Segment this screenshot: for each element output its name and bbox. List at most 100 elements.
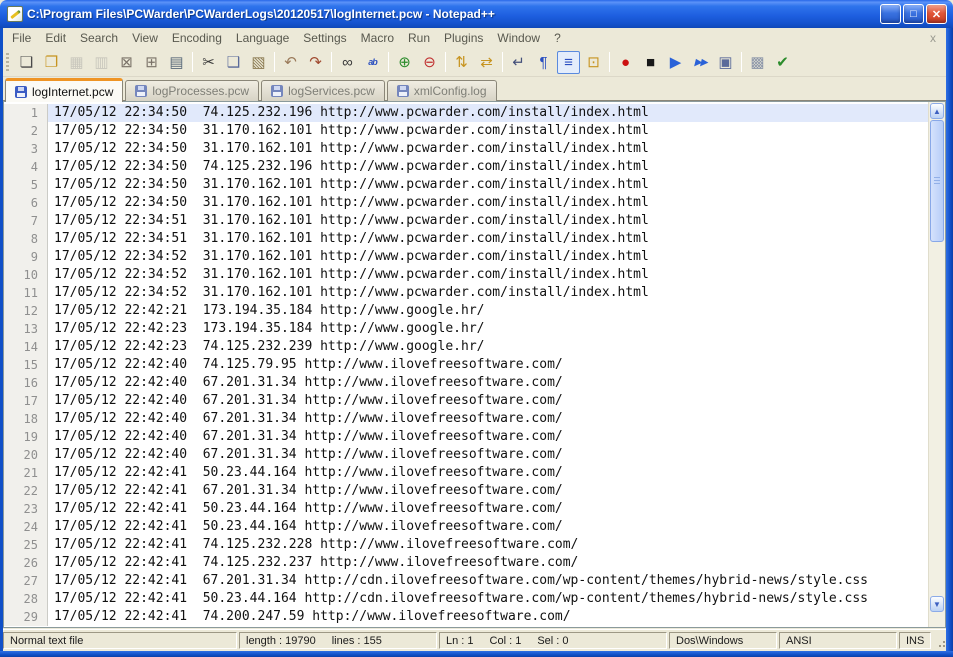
line-text[interactable]: 17/05/12 22:34:52 31.170.162.101 http://… — [48, 248, 928, 266]
macro-stop-button[interactable]: ■ — [639, 51, 662, 74]
menu-run[interactable]: Run — [401, 29, 437, 47]
indent-guide-button[interactable]: ≡ — [557, 50, 580, 74]
line-text[interactable]: 17/05/12 22:42:41 74.125.232.228 http://… — [48, 536, 928, 554]
line-text[interactable]: 17/05/12 22:34:51 31.170.162.101 http://… — [48, 230, 928, 248]
save-button[interactable]: ▦ — [65, 51, 88, 74]
tab-loginternet-pcw[interactable]: logInternet.pcw — [5, 78, 124, 102]
toolbar-grip[interactable] — [6, 53, 9, 71]
text-editor[interactable]: 1 17/05/12 22:34:50 74.125.232.196 http:… — [3, 101, 946, 628]
line-text[interactable]: 17/05/12 22:42:41 67.201.31.34 http://cd… — [48, 572, 928, 590]
line-text[interactable]: 17/05/12 22:42:41 67.201.31.34 http://ww… — [48, 482, 928, 500]
tab-xmlconfig-log[interactable]: xmlConfig.log — [386, 80, 497, 101]
line-text[interactable]: 17/05/12 22:42:40 67.201.31.34 http://ww… — [48, 374, 928, 392]
show-all-chars-button[interactable]: ¶ — [532, 51, 555, 74]
log-line: 9 17/05/12 22:34:52 31.170.162.101 http:… — [4, 248, 928, 266]
log-line: 11 17/05/12 22:34:52 31.170.162.101 http… — [4, 284, 928, 302]
line-text[interactable]: 17/05/12 22:42:41 50.23.44.164 http://ww… — [48, 500, 928, 518]
user-define-dialog-button[interactable]: ⊡ — [582, 51, 605, 74]
scroll-down-button[interactable]: ▼ — [930, 596, 944, 612]
menu-plugins[interactable]: Plugins — [437, 29, 490, 47]
log-line: 10 17/05/12 22:34:52 31.170.162.101 http… — [4, 266, 928, 284]
line-text[interactable]: 17/05/12 22:42:21 173.194.35.184 http://… — [48, 302, 928, 320]
new-file-button[interactable]: ❏ — [15, 51, 38, 74]
line-text[interactable]: 17/05/12 22:42:40 67.201.31.34 http://ww… — [48, 410, 928, 428]
line-text[interactable]: 17/05/12 22:42:40 67.201.31.34 http://ww… — [48, 446, 928, 464]
zoom-out-button[interactable]: ⊖ — [418, 51, 441, 74]
status-insert-mode: INS — [899, 632, 931, 649]
menu-settings[interactable]: Settings — [296, 29, 353, 47]
menu-macro[interactable]: Macro — [354, 29, 401, 47]
menu-file[interactable]: File — [5, 29, 38, 47]
macro-record-button[interactable]: ● — [614, 51, 637, 74]
macro-play-button[interactable]: ▶ — [664, 51, 687, 74]
line-text[interactable]: 17/05/12 22:42:41 74.200.247.59 http://w… — [48, 608, 928, 626]
menu-language[interactable]: Language — [229, 29, 296, 47]
line-text[interactable]: 17/05/12 22:34:50 31.170.162.101 http://… — [48, 176, 928, 194]
spell-check-button[interactable]: ✔ — [771, 51, 794, 74]
close-all-button[interactable]: ⊞ — [140, 51, 163, 74]
line-text[interactable]: 17/05/12 22:34:52 31.170.162.101 http://… — [48, 284, 928, 302]
line-text[interactable]: 17/05/12 22:42:40 67.201.31.34 http://ww… — [48, 428, 928, 446]
status-bar: Normal text file length : 19790 lines : … — [0, 629, 953, 651]
menu-help[interactable]: ? — [547, 29, 568, 47]
macro-run-multiple-button[interactable]: ▶▶ — [689, 51, 712, 74]
line-number: 1 — [4, 104, 48, 122]
log-line: 23 17/05/12 22:42:41 50.23.44.164 http:/… — [4, 500, 928, 518]
line-text[interactable]: 17/05/12 22:34:50 74.125.232.196 http://… — [48, 104, 928, 122]
tab-logprocesses-pcw[interactable]: logProcesses.pcw — [125, 80, 260, 101]
sync-vertical-scroll-button[interactable]: ⇅ — [450, 51, 473, 74]
save-all-button[interactable]: ▥ — [90, 51, 113, 74]
plugin-doc-button[interactable]: ▩ — [746, 51, 769, 74]
tab-logservices-pcw[interactable]: logServices.pcw — [261, 80, 385, 101]
line-text[interactable]: 17/05/12 22:34:50 31.170.162.101 http://… — [48, 122, 928, 140]
line-text[interactable]: 17/05/12 22:42:40 67.201.31.34 http://ww… — [48, 392, 928, 410]
undo-button[interactable]: ↶ — [279, 51, 302, 74]
line-text[interactable]: 17/05/12 22:34:50 31.170.162.101 http://… — [48, 140, 928, 158]
vertical-scrollbar[interactable]: ▲ ▼ — [928, 102, 945, 627]
line-text[interactable]: 17/05/12 22:42:41 50.23.44.164 http://ww… — [48, 464, 928, 482]
pilcrow-icon: ¶ — [539, 53, 548, 71]
line-text[interactable]: 17/05/12 22:42:40 74.125.79.95 http://ww… — [48, 356, 928, 374]
open-file-button[interactable]: ❐ — [40, 51, 63, 74]
menu-window[interactable]: Window — [490, 29, 547, 47]
zoom-in-button[interactable]: ⊕ — [393, 51, 416, 74]
record-dot-icon: ● — [620, 53, 631, 71]
log-line: 8 17/05/12 22:34:51 31.170.162.101 http:… — [4, 230, 928, 248]
line-text[interactable]: 17/05/12 22:42:23 74.125.232.239 http://… — [48, 338, 928, 356]
line-text[interactable]: 17/05/12 22:42:41 50.23.44.164 http://ww… — [48, 518, 928, 536]
print-button[interactable]: ▤ — [165, 51, 188, 74]
line-text[interactable]: 17/05/12 22:42:41 50.23.44.164 http://cd… — [48, 590, 928, 608]
line-text[interactable]: 17/05/12 22:34:51 31.170.162.101 http://… — [48, 212, 928, 230]
replace-icon: ab — [368, 56, 377, 67]
line-text[interactable]: 17/05/12 22:42:23 173.194.35.184 http://… — [48, 320, 928, 338]
redo-button[interactable]: ↷ — [304, 51, 327, 74]
word-wrap-button[interactable]: ↵ — [507, 51, 530, 74]
abc-check-icon: ✔ — [776, 53, 789, 71]
log-line: 14 17/05/12 22:42:23 74.125.232.239 http… — [4, 338, 928, 356]
line-text[interactable]: 17/05/12 22:34:50 74.125.232.196 http://… — [48, 158, 928, 176]
replace-button[interactable]: ab — [361, 51, 384, 74]
scroll-up-button[interactable]: ▲ — [930, 103, 944, 119]
macro-save-button[interactable]: ▣ — [714, 51, 737, 74]
close-window-button[interactable]: ✕ — [926, 4, 947, 24]
close-document-x-icon[interactable]: x — [930, 31, 936, 45]
sync-horizontal-scroll-button[interactable]: ⇄ — [475, 51, 498, 74]
close-doc-button[interactable]: ⊠ — [115, 51, 138, 74]
menu-encoding[interactable]: Encoding — [165, 29, 229, 47]
find-button[interactable]: ∞ — [336, 51, 359, 74]
line-text[interactable]: 17/05/12 22:42:41 74.125.232.237 http://… — [48, 554, 928, 572]
line-text[interactable]: 17/05/12 22:34:50 31.170.162.101 http://… — [48, 194, 928, 212]
maximize-button[interactable]: □ — [903, 4, 924, 24]
copy-button[interactable]: ❑ — [222, 51, 245, 74]
line-text[interactable]: 17/05/12 22:34:52 31.170.162.101 http://… — [48, 266, 928, 284]
menu-search[interactable]: Search — [73, 29, 125, 47]
status-ln: Ln : 1 — [446, 634, 474, 647]
line-number: 3 — [4, 140, 48, 158]
paste-button[interactable]: ▧ — [247, 51, 270, 74]
redo-arrow-icon: ↷ — [309, 53, 322, 71]
menu-view[interactable]: View — [125, 29, 165, 47]
scrollbar-thumb[interactable] — [930, 120, 944, 242]
cut-button[interactable]: ✂ — [197, 51, 220, 74]
menu-edit[interactable]: Edit — [38, 29, 73, 47]
minimize-button[interactable]: _ — [880, 4, 901, 25]
